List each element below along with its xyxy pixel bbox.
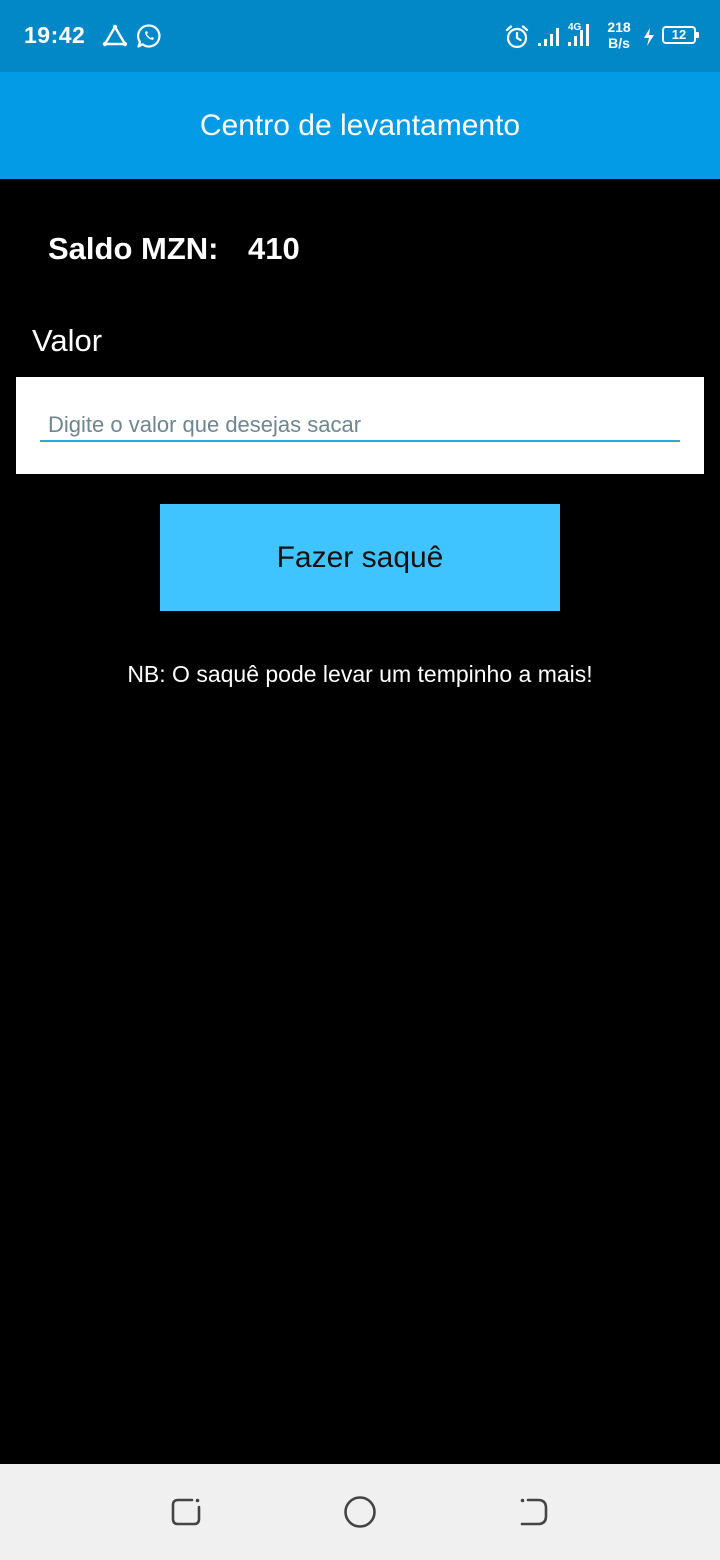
amount-label: Valor bbox=[32, 323, 103, 358]
back-icon[interactable] bbox=[516, 1494, 552, 1530]
battery-level: 12 bbox=[671, 27, 687, 42]
balance-value: 410 bbox=[248, 231, 300, 266]
network-speed-value: 218 bbox=[607, 19, 631, 35]
network-speed: 218 B/s bbox=[604, 19, 634, 51]
whatsapp-icon bbox=[137, 24, 161, 48]
app-bar: Centro de levantamento bbox=[0, 72, 720, 179]
battery-icon: 12 bbox=[662, 26, 699, 44]
page-title: Centro de levantamento bbox=[199, 109, 521, 142]
withdraw-note: NB: O saquê pode levar um tempinho a mai… bbox=[127, 661, 593, 687]
alarm-icon bbox=[505, 25, 529, 49]
charging-icon bbox=[644, 28, 654, 46]
svg-text:4G: 4G bbox=[568, 22, 582, 33]
status-time: 19:42 bbox=[24, 22, 86, 48]
app-notification-icon bbox=[102, 24, 128, 47]
recents-icon[interactable] bbox=[168, 1494, 204, 1530]
amount-input[interactable] bbox=[40, 411, 680, 442]
navigation-bar bbox=[0, 1464, 720, 1560]
signal-4g-icon: 4G bbox=[568, 22, 589, 46]
balance-label: Saldo MZN: bbox=[48, 231, 219, 266]
signal-icon bbox=[538, 28, 559, 46]
amount-input-card bbox=[16, 377, 704, 474]
withdraw-button[interactable]: Fazer saquê bbox=[160, 504, 560, 611]
network-speed-unit: B/s bbox=[608, 35, 630, 51]
home-icon[interactable] bbox=[342, 1494, 378, 1530]
status-bar: 19:42 4G 218 B/s 12 bbox=[0, 0, 720, 72]
